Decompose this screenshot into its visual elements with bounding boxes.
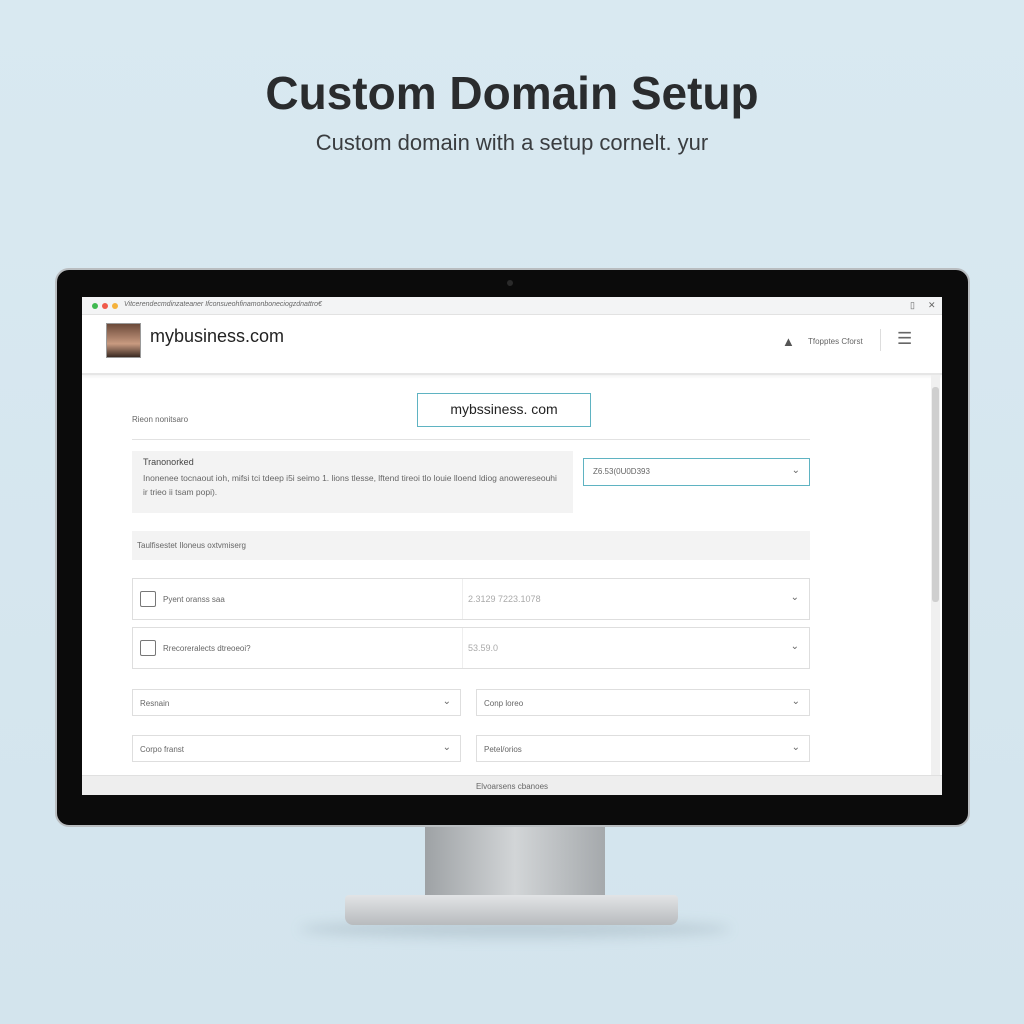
- chevron-down-icon: ⌄: [442, 696, 451, 707]
- brand-name[interactable]: mybusiness.com: [150, 326, 284, 347]
- row-value: 2.3129 7223.1078: [468, 594, 541, 604]
- select-dropdown[interactable]: Corpo franst ⌄: [132, 735, 461, 762]
- user-name[interactable]: Tfopptes Cforst: [808, 337, 863, 346]
- domain-label: Rieon nonitsaro: [132, 415, 189, 424]
- user-icon[interactable]: ▲: [782, 334, 795, 349]
- row-label: Pyent oranss saa: [163, 595, 225, 604]
- menu-icon[interactable]: ☰: [897, 329, 912, 349]
- window-close-icon[interactable]: ✕: [928, 300, 936, 311]
- window-dot-yellow[interactable]: [112, 303, 118, 309]
- avatar: [106, 323, 141, 358]
- info-text: Inonenee tocnaout ioh, mifsi tci tdeep i…: [143, 473, 557, 497]
- chevron-down-icon[interactable]: ⌄: [791, 641, 799, 652]
- save-changes-label: Elvoarsens cbanoes: [475, 782, 549, 791]
- chevron-down-icon[interactable]: ⌄: [791, 592, 799, 603]
- record-row[interactable]: Pyent oranss saa 2.3129 7223.1078 ⌄: [132, 578, 810, 620]
- save-changes-button[interactable]: Elvoarsens cbanoes: [82, 775, 942, 795]
- section-title: Taulfisestet Iloneus oxtvmiserg: [137, 541, 246, 550]
- row-label: Rrecoreralects dtreoeoi?: [163, 644, 251, 653]
- window-dot-red[interactable]: [102, 303, 108, 309]
- divider: [462, 579, 463, 619]
- chevron-down-icon: ⌄: [442, 742, 451, 753]
- divider: [462, 628, 463, 668]
- page-subtitle: Custom domain with a setup cornelt. yur: [315, 130, 709, 155]
- window-restore-icon[interactable]: ▯: [910, 300, 915, 311]
- scrollbar-thumb[interactable]: [932, 387, 939, 602]
- row-checkbox[interactable]: [140, 591, 156, 607]
- address-bar[interactable]: Vitcerendecmdinzateaner Ifconsueohfinamo…: [124, 301, 322, 308]
- row-checkbox[interactable]: [140, 640, 156, 656]
- info-box: Tranonorked Inonenee tocnaout ioh, mifsi…: [132, 451, 573, 513]
- select-dropdown[interactable]: Resnain ⌄: [132, 689, 461, 716]
- chevron-down-icon: ⌄: [791, 696, 800, 707]
- record-select[interactable]: Z6.53(0U0D393 ⌄: [583, 458, 810, 486]
- select-value: Corpo franst: [140, 745, 185, 754]
- info-title: Tranonorked: [143, 457, 194, 467]
- select-value: Conp loreo: [484, 699, 524, 708]
- record-select-value: Z6.53(0U0D393: [593, 467, 650, 476]
- page-title: Custom Domain Setup: [265, 67, 759, 119]
- window-dot-green[interactable]: [92, 303, 98, 309]
- site-header: mybusiness.com ▲ Tfopptes Cforst ☰: [82, 315, 942, 375]
- select-dropdown[interactable]: Petel/orios ⌄: [476, 735, 810, 762]
- select-value: Petel/orios: [484, 745, 522, 754]
- divider: [132, 439, 810, 440]
- divider: [880, 329, 881, 351]
- section-header: Taulfisestet Iloneus oxtvmiserg: [132, 531, 810, 560]
- row-value: 53.59.0: [468, 643, 499, 653]
- record-row[interactable]: Rrecoreralects dtreoeoi? 53.59.0 ⌄: [132, 627, 810, 669]
- monitor-screen: Vitcerendecmdinzateaner Ifconsueohfinamo…: [82, 297, 942, 795]
- browser-titlebar: Vitcerendecmdinzateaner Ifconsueohfinamo…: [82, 297, 942, 315]
- select-dropdown[interactable]: Conp loreo ⌄: [476, 689, 810, 716]
- domain-input[interactable]: mybssiness. com: [417, 393, 591, 427]
- chevron-down-icon: ⌄: [791, 742, 800, 753]
- webcam: [507, 280, 513, 286]
- monitor-stand-neck: [425, 827, 605, 897]
- monitor-stand-base: [345, 895, 678, 925]
- select-value: Resnain: [140, 699, 170, 708]
- chevron-down-icon: ⌄: [791, 465, 800, 476]
